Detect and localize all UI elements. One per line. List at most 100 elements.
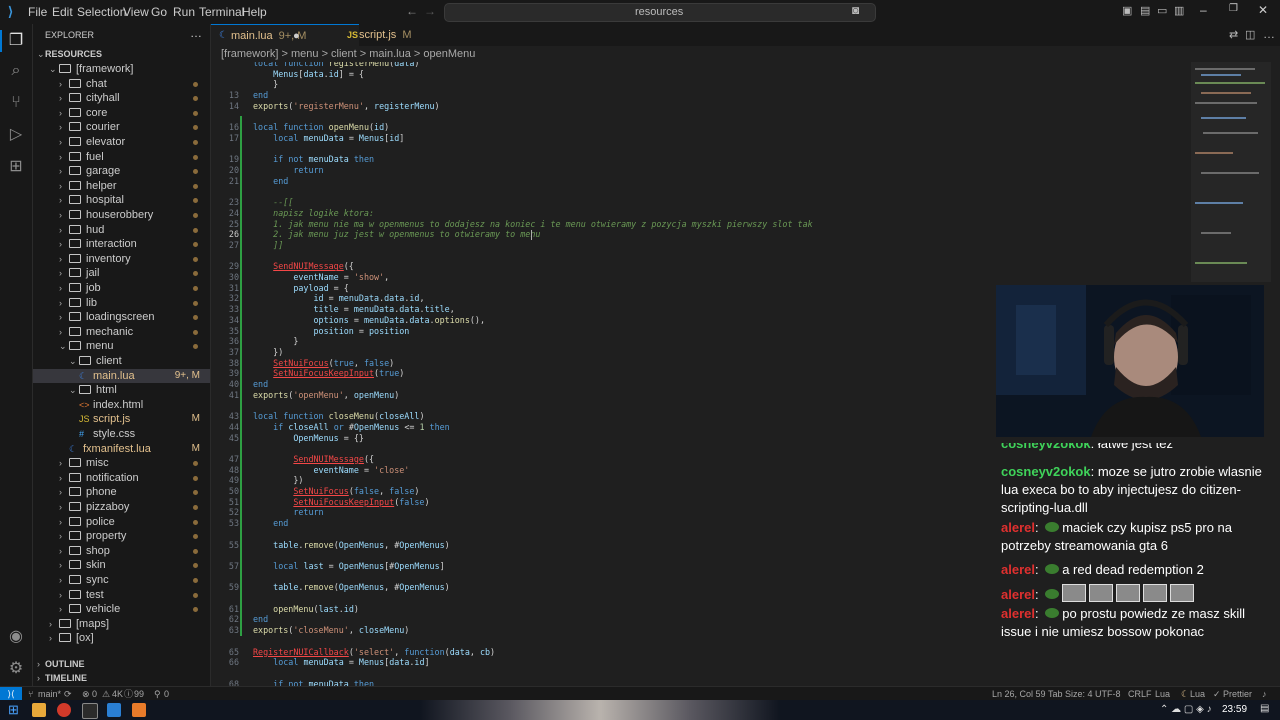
chevron-right-icon[interactable]: › [49,617,59,631]
tree-folder[interactable]: › misc [33,456,210,470]
chevron-right-icon[interactable]: › [59,485,69,499]
branch-name[interactable]: main* [38,687,61,701]
tree-file[interactable]: JS script.js M [33,412,210,426]
chevron-right-icon[interactable]: › [49,631,59,645]
chevron-right-icon[interactable]: › [59,325,69,339]
account-icon[interactable]: ◉ [7,628,25,646]
outline-section[interactable]: OUTLINE [45,659,85,669]
workspace-section[interactable]: RESOURCES [45,49,102,59]
tree-folder[interactable]: › hud [33,223,210,237]
tree-folder[interactable]: › interaction [33,237,210,251]
menu-selection[interactable]: Selection [77,5,126,19]
source-control-icon[interactable]: ⑂ [7,94,25,112]
tab-script-js[interactable]: JS script.js M [339,24,449,46]
chevron-right-icon[interactable]: › [59,120,69,134]
tree-folder[interactable]: ⌄ client [33,354,210,368]
unsaved-dot-icon[interactable]: ● [293,25,300,47]
forward-arrow-icon[interactable]: → [424,4,436,18]
tree-folder[interactable]: ⌄ [framework] [33,62,210,76]
tree-folder[interactable]: › [maps] [33,617,210,631]
sync-icon[interactable]: ⟳ [64,687,72,701]
app-icon[interactable] [132,703,146,717]
chevron-right-icon[interactable]: › [59,558,69,572]
chevron-right-icon[interactable]: › [59,77,69,91]
tree-folder[interactable]: › phone [33,485,210,499]
chevron-down-icon[interactable]: ⌄ [59,339,69,353]
toggle-secondary-sidebar-icon[interactable]: ▥ [1174,4,1184,17]
ports-count[interactable]: 0 [164,687,169,701]
more-actions-icon[interactable]: … [190,26,202,40]
tree-folder[interactable]: › houserobbery [33,208,210,222]
menu-file[interactable]: File [28,5,47,19]
copilot-icon[interactable]: ◙ [852,3,859,17]
tree-folder[interactable]: › jail [33,266,210,280]
language-mode[interactable]: Lua [1155,687,1170,701]
restore-icon[interactable]: ❐ [1229,3,1238,14]
chevron-right-icon[interactable]: › [59,500,69,514]
tree-folder[interactable]: › police [33,515,210,529]
explorer-icon[interactable]: ❐ [7,32,25,50]
chat-username[interactable]: alerel [1001,606,1035,621]
tree-folder[interactable]: › helper [33,179,210,193]
back-arrow-icon[interactable]: ← [406,4,418,18]
chevron-down-icon[interactable]: ⌄ [69,383,79,397]
tree-folder[interactable]: › pizzaboy [33,500,210,514]
chevron-down-icon[interactable]: ⌄ [37,49,45,60]
menu-help[interactable]: Help [242,5,267,19]
chevron-right-icon[interactable]: › [59,573,69,587]
toggle-panel-icon[interactable]: ▭ [1157,4,1167,17]
tree-folder[interactable]: ⌄ menu [33,339,210,353]
split-editor-icon[interactable]: ◫ [1245,28,1255,41]
start-icon[interactable]: ⊞ [8,702,19,718]
chat-username[interactable]: alerel [1001,587,1035,602]
tree-folder[interactable]: › chat [33,77,210,91]
tree-folder[interactable]: › courier [33,120,210,134]
tree-folder[interactable]: › skin [33,558,210,572]
chevron-down-icon[interactable]: ⌄ [69,354,79,368]
browser-icon[interactable] [57,703,71,717]
minimize-icon[interactable]: – [1200,3,1207,17]
chevron-right-icon[interactable]: › [59,193,69,207]
chevron-right-icon[interactable]: › [59,471,69,485]
chevron-right-icon[interactable]: › [59,281,69,295]
tree-folder[interactable]: › elevator [33,135,210,149]
encoding[interactable]: UTF-8 [1095,687,1121,701]
tree-folder[interactable]: › sync [33,573,210,587]
chevron-right-icon[interactable]: › [59,266,69,280]
chat-username[interactable]: cosneyv2okok [1001,464,1091,479]
chevron-down-icon[interactable]: ⌄ [49,62,59,76]
tree-folder[interactable]: › hospital [33,193,210,207]
layout-icon[interactable]: ▣ [1122,4,1132,17]
tree-folder[interactable]: › notification [33,471,210,485]
chevron-right-icon[interactable]: › [59,150,69,164]
info-count[interactable]: 99 [134,687,144,701]
chevron-right-icon[interactable]: › [37,659,40,669]
chevron-right-icon[interactable]: › [59,91,69,105]
tray-icons[interactable]: ⌃ ☁ ▢ ◈ ♪ [1160,704,1212,715]
lua-server[interactable]: Lua [1190,687,1205,701]
extensions-icon[interactable]: ⊞ [7,158,25,176]
chevron-right-icon[interactable]: › [59,310,69,324]
chevron-right-icon[interactable]: › [59,602,69,616]
chevron-right-icon[interactable]: › [59,135,69,149]
menu-terminal[interactable]: Terminal [199,5,244,19]
chevron-right-icon[interactable]: › [37,673,40,683]
menu-go[interactable]: Go [151,5,167,19]
notification-center-icon[interactable]: ▤ [1260,703,1269,714]
chevron-right-icon[interactable]: › [59,544,69,558]
run-debug-icon[interactable]: ▷ [7,126,25,144]
cursor-position[interactable]: Ln 26, Col 59 [992,687,1046,701]
tree-folder[interactable]: › property [33,529,210,543]
tree-folder[interactable]: › garage [33,164,210,178]
tree-folder[interactable]: › mechanic [33,325,210,339]
tree-folder[interactable]: › loadingscreen [33,310,210,324]
chevron-right-icon[interactable]: › [59,208,69,222]
chevron-right-icon[interactable]: › [59,529,69,543]
chevron-right-icon[interactable]: › [59,106,69,120]
tree-folder[interactable]: › fuel [33,150,210,164]
clock[interactable]: 23:59 [1222,704,1247,715]
tree-folder[interactable]: ⌄ html [33,383,210,397]
chat-username[interactable]: alerel [1001,562,1035,577]
tree-folder[interactable]: › lib [33,296,210,310]
vscode-taskbar-icon[interactable] [107,703,121,717]
